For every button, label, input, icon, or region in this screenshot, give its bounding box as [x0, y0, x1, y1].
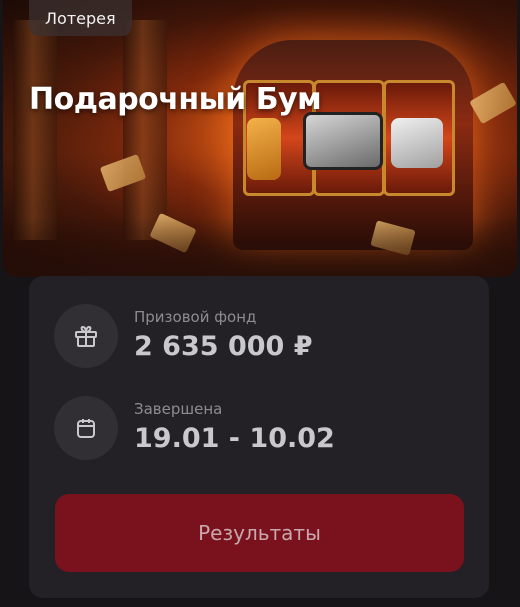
calendar-icon	[54, 396, 118, 460]
end-date-value: 19.01 - 10.02	[134, 423, 335, 454]
prize-fund-row: Призовой фонд 2 635 000 ₽	[54, 304, 313, 368]
lottery-title: Подарочный Бум	[29, 82, 322, 117]
banner-floor	[3, 217, 517, 277]
ticket-image	[469, 81, 517, 125]
end-date-label: Завершена	[134, 400, 223, 418]
end-date-row: Завершена 19.01 - 10.02	[54, 396, 335, 460]
results-button[interactable]: Результаты	[55, 494, 464, 572]
prize-fund-value: 2 635 000 ₽	[134, 331, 313, 362]
phone-prize-image	[247, 118, 281, 180]
lottery-info-card: Призовой фонд 2 635 000 ₽ Завершена 19.0…	[29, 276, 489, 598]
category-badge: Лотерея	[29, 0, 132, 36]
computer-prize-image	[391, 118, 443, 168]
banner-art-pillar	[123, 20, 167, 240]
prize-fund-label: Призовой фонд	[134, 308, 257, 326]
laptop-prize-image	[303, 112, 383, 170]
lottery-banner[interactable]	[3, 0, 517, 277]
gift-icon	[54, 304, 118, 368]
banner-art-pillar	[13, 20, 57, 240]
